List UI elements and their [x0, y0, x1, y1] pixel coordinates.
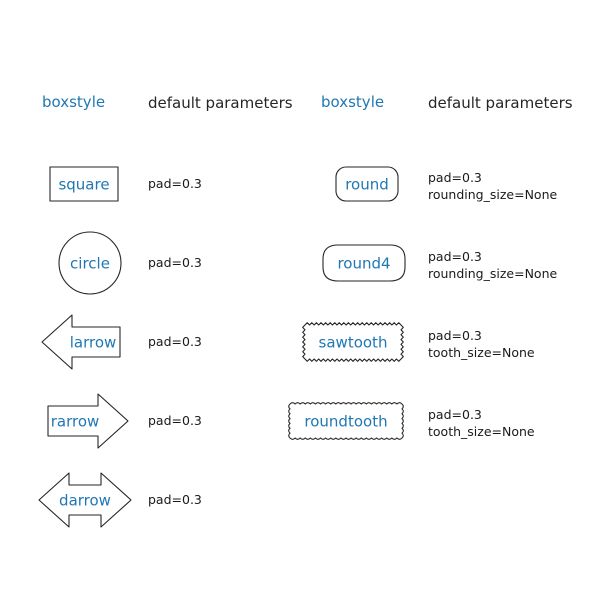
boxstyle-sample-square: square: [49, 166, 119, 202]
roundtooth-box-label: roundtooth: [304, 413, 387, 431]
header-parameters-right: default parameters: [428, 94, 573, 112]
header-boxstyle-left: boxstyle: [42, 93, 106, 111]
params-round4: pad=0.3 rounding_size=None: [428, 249, 558, 281]
header-boxstyle-right: boxstyle: [321, 93, 385, 111]
square-box-label: square: [58, 176, 109, 194]
boxstyle-sample-circle: circle: [58, 231, 122, 295]
rarrow-box-label: rarrow: [51, 413, 100, 431]
boxstyle-reference-figure: boxstyle default parameters boxstyle def…: [0, 0, 600, 600]
sawtooth-box-label: sawtooth: [319, 334, 388, 352]
darrow-box-label: darrow: [59, 492, 111, 510]
header-parameters-left: default parameters: [148, 94, 293, 112]
boxstyle-sample-sawtooth: sawtooth: [302, 322, 404, 362]
boxstyle-sample-round: round: [335, 166, 399, 202]
round-box-label: round: [345, 176, 389, 194]
larrow-box-label: larrow: [70, 334, 117, 352]
params-roundtooth: pad=0.3 tooth_size=None: [428, 407, 535, 439]
boxstyle-sample-larrow: larrow: [41, 314, 121, 370]
params-sawtooth: pad=0.3 tooth_size=None: [428, 328, 535, 360]
circle-box-label: circle: [70, 255, 110, 273]
params-larrow: pad=0.3: [148, 334, 202, 349]
round4-box-label: round4: [337, 255, 390, 273]
boxstyle-sample-roundtooth: roundtooth: [288, 402, 404, 440]
params-round: pad=0.3 rounding_size=None: [428, 170, 558, 202]
params-square: pad=0.3: [148, 176, 202, 191]
boxstyle-sample-rarrow: rarrow: [47, 393, 129, 449]
boxstyle-sample-round4: round4: [322, 244, 406, 282]
params-darrow: pad=0.3: [148, 492, 202, 507]
params-circle: pad=0.3: [148, 255, 202, 270]
params-rarrow: pad=0.3: [148, 413, 202, 428]
boxstyle-sample-darrow: darrow: [38, 472, 132, 528]
